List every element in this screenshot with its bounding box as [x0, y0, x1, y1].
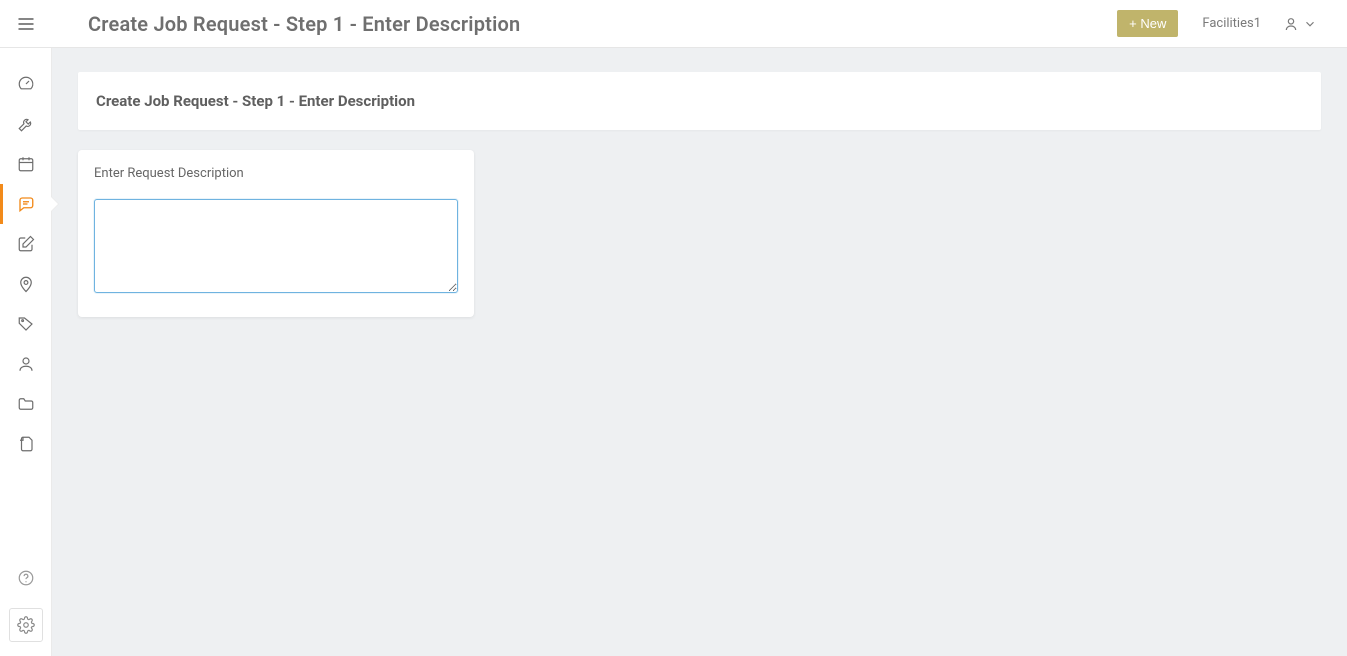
pin-icon — [17, 275, 35, 293]
main-content: Create Job Request - Step 1 - Enter Desc… — [52, 48, 1347, 656]
description-label: Enter Request Description — [94, 166, 458, 181]
gear-icon — [17, 616, 35, 634]
page-title: Create Job Request - Step 1 - Enter Desc… — [88, 12, 520, 36]
sidebar-item-settings[interactable] — [9, 608, 43, 642]
description-card: Enter Request Description — [78, 150, 474, 317]
sidebar-item-requests[interactable] — [0, 184, 51, 224]
sidebar-item-compose[interactable] — [0, 224, 51, 264]
tag-icon — [17, 315, 35, 333]
gauge-icon — [17, 75, 35, 93]
user-menu[interactable] — [1285, 16, 1317, 32]
sidebar-item-calendar[interactable] — [0, 144, 51, 184]
topbar: Create Job Request - Step 1 - Enter Desc… — [0, 0, 1347, 48]
sidebar-item-assets[interactable] — [0, 304, 51, 344]
help-icon — [17, 569, 35, 587]
menu-toggle[interactable] — [0, 14, 52, 34]
edit-icon — [17, 235, 35, 253]
sidebar-item-maintenance[interactable] — [0, 104, 51, 144]
sidebar-item-dashboard[interactable] — [0, 64, 51, 104]
folder-icon — [17, 395, 35, 413]
panel-title: Create Job Request - Step 1 - Enter Desc… — [96, 92, 1303, 110]
chevron-down-icon — [1303, 17, 1317, 31]
wrench-icon — [17, 115, 35, 133]
user-name[interactable]: Facilities1 — [1202, 16, 1261, 31]
panel-header: Create Job Request - Step 1 - Enter Desc… — [78, 72, 1321, 130]
sidebar-item-files[interactable] — [0, 384, 51, 424]
user-icon — [1285, 16, 1301, 32]
new-button[interactable]: + New — [1117, 10, 1178, 37]
sidebar-item-people[interactable] — [0, 344, 51, 384]
sidebar-item-locations[interactable] — [0, 264, 51, 304]
sidebar-item-help[interactable] — [0, 558, 51, 598]
documents-icon — [17, 435, 35, 453]
chat-icon — [17, 195, 35, 213]
topbar-right: + New Facilities1 — [1117, 10, 1347, 37]
sidebar-item-documents[interactable] — [0, 424, 51, 464]
sidebar — [0, 48, 52, 656]
description-textarea[interactable] — [94, 199, 458, 293]
calendar-icon — [17, 155, 35, 173]
hamburger-icon — [16, 14, 36, 34]
user-icon — [17, 355, 35, 373]
